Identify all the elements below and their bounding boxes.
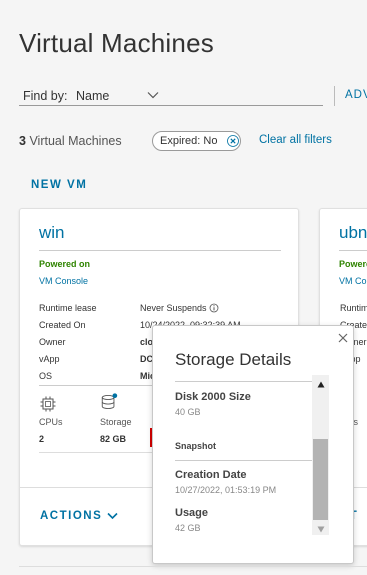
detail-key: vApp — [39, 354, 60, 364]
divider — [175, 460, 329, 461]
database-icon — [101, 393, 118, 410]
chevron-down-icon — [107, 512, 118, 520]
divider — [334, 86, 335, 106]
vm-name[interactable]: win — [39, 223, 65, 243]
actions-label: ACTIONS — [40, 510, 103, 522]
power-status: Powered — [339, 259, 367, 269]
usage-value: 42 GB — [175, 523, 201, 533]
cpu-chip-icon — [40, 396, 56, 412]
divider — [175, 381, 329, 382]
vm-console-link[interactable]: VM Console — [39, 276, 88, 286]
detail-key: Runtim — [340, 303, 367, 313]
divider — [19, 566, 367, 567]
clear-all-filters-link[interactable]: Clear all filters — [259, 134, 332, 146]
actions-dropdown[interactable]: ACTIONS — [40, 510, 118, 522]
scrollbar-thumb[interactable] — [313, 439, 328, 520]
cpus-value: 2 — [39, 434, 45, 444]
detail-key: Runtime lease — [39, 303, 97, 313]
divider — [39, 250, 281, 251]
snapshot-heading: Snapshot — [175, 441, 217, 451]
triangle-down-icon[interactable] — [317, 526, 325, 533]
notification-dot — [112, 393, 118, 399]
vm-count-number: 3 — [19, 134, 26, 148]
find-by-value: Name — [76, 89, 110, 103]
new-vm-button[interactable]: NEW VM — [31, 179, 87, 191]
storage-details-popover: Storage Details Disk 2000 Size 40 GB Sna… — [152, 325, 354, 564]
disk-size-label: Disk 2000 Size — [175, 391, 251, 403]
storage-value: 82 GB — [100, 434, 127, 444]
chevron-down-icon[interactable] — [147, 90, 159, 100]
detail-key: Created On — [39, 320, 86, 330]
close-circle-icon[interactable] — [226, 134, 240, 148]
vm-name[interactable]: ubn — [339, 223, 367, 243]
advanced-filter-link[interactable]: ADV — [345, 89, 367, 101]
filter-chip-label: Expired: No — [160, 135, 218, 147]
vm-count: 3 Virtual Machines — [19, 134, 122, 148]
find-by-label: Find by: — [23, 89, 68, 103]
find-by-select[interactable]: Find by: Name — [19, 87, 323, 106]
info-circle-icon[interactable] — [209, 303, 219, 313]
creation-date-label: Creation Date — [175, 469, 247, 481]
divider — [339, 250, 367, 251]
filter-chip-expired: Expired: No — [152, 131, 241, 151]
triangle-up-icon[interactable] — [317, 381, 325, 388]
close-icon[interactable] — [337, 332, 349, 344]
storage-label: Storage — [100, 417, 132, 427]
detail-key: Owner — [39, 337, 66, 347]
detail-value: Never Suspends — [140, 303, 219, 313]
cpus-label: CPUs — [39, 417, 63, 427]
detail-key: OS — [39, 371, 53, 381]
power-status: Powered on — [39, 259, 91, 269]
vm-console-link[interactable]: VM Cons — [339, 276, 367, 286]
vm-count-label: Virtual Machines — [29, 134, 122, 148]
popover-title: Storage Details — [175, 350, 292, 369]
disk-size-value: 40 GB — [175, 407, 201, 417]
page-title: Virtual Machines — [19, 28, 214, 58]
creation-date-value: 10/27/2022, 01:53:19 PM — [175, 485, 277, 495]
usage-label: Usage — [175, 507, 209, 519]
runtime-lease-value: Never Suspends — [140, 303, 207, 313]
